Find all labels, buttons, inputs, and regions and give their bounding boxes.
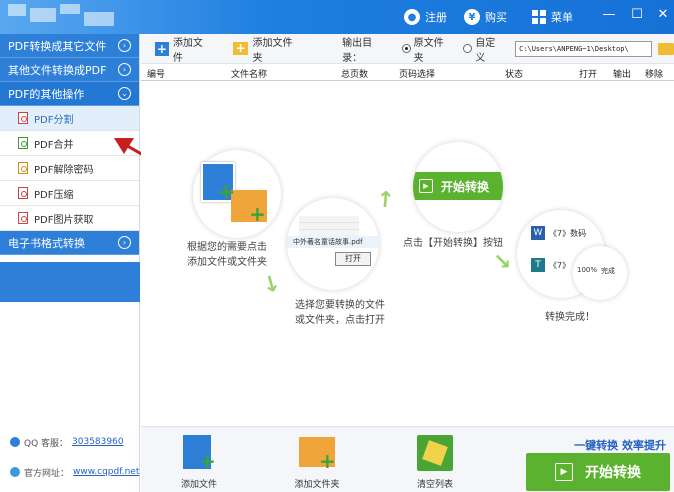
- progress-done-label: 完成: [601, 267, 615, 275]
- col-index: 编号: [147, 70, 166, 80]
- sidebar-filler: [0, 262, 140, 302]
- dialog-open-button: 打开: [335, 252, 371, 266]
- step4-caption: 转换完成！: [545, 312, 595, 323]
- sidebar-contact: QQ 客服： 303583960 官方网址： www.cqpdf.net: [0, 434, 140, 492]
- start-convert-button[interactable]: ▶ 开始转换: [526, 453, 670, 491]
- minimize-button[interactable]: —: [600, 6, 618, 24]
- browser-icon: [10, 467, 20, 477]
- chevron-right-icon: ›: [118, 39, 131, 52]
- col-page-select: 页码选择: [399, 70, 436, 80]
- pdf-file-icon: [18, 162, 28, 174]
- app-logo: [8, 4, 128, 30]
- col-open: 打开: [579, 70, 598, 80]
- qq-number-link[interactable]: 303583960: [72, 437, 124, 447]
- step2-circle: 中外著名童话故事.pdf 打开: [287, 198, 379, 290]
- browse-folder-icon[interactable]: [658, 42, 674, 55]
- website-link[interactable]: www.cqpdf.net: [73, 467, 139, 477]
- plus-icon: +: [217, 180, 236, 205]
- sidebar-section-other-to-pdf[interactable]: 其他文件转换成PDF ›: [0, 58, 139, 82]
- progress-value: 100%: [577, 266, 598, 274]
- folder-plus-icon: +: [232, 42, 249, 55]
- step1-caption: 根据您的需要点击 添加文件或文件夹: [187, 242, 267, 268]
- step2-caption: 选择您要转换的文件 或文件夹，点击打开: [295, 300, 385, 326]
- radio-unselected-icon: [463, 44, 473, 53]
- register-button[interactable]: ● 注册: [404, 8, 447, 26]
- add-folder-icon: +: [297, 433, 337, 473]
- slogan: 一键转换 效率提升: [574, 439, 666, 452]
- pdf-file-icon: [18, 112, 28, 124]
- sidebar-section-ebook[interactable]: 电子书格式转换 ›: [0, 231, 139, 255]
- user-icon: ●: [404, 9, 420, 25]
- yen-icon: ¥: [464, 9, 480, 25]
- bottom-add-file-button[interactable]: + 添加文件: [169, 433, 229, 490]
- radio-original-folder[interactable]: 原文件夹: [401, 34, 454, 64]
- col-filename: 文件名称: [231, 70, 268, 80]
- sidebar-section-pdf-other-ops[interactable]: PDF的其他操作 ⌄: [0, 82, 139, 106]
- bottom-clear-list-button[interactable]: 清空列表: [405, 433, 465, 490]
- pdf-file-icon: [18, 187, 28, 199]
- col-pages: 总页数: [341, 70, 369, 80]
- bottom-bar: + 添加文件 + 添加文件夹 清空列表 一键转换 效率提升 ▶ 开始转换: [141, 426, 674, 492]
- word-icon: W: [531, 226, 545, 240]
- doc1-label: 《7》数码: [549, 229, 587, 238]
- broom-icon: [415, 433, 455, 473]
- buy-button[interactable]: ¥ 购买: [464, 8, 507, 26]
- step4-progress-circle: 100% 完成: [573, 246, 627, 300]
- add-file-icon: +: [179, 433, 219, 473]
- sidebar: PDF转换成其它文件 › 其他文件转换成PDF › PDF的其他操作 ⌄ PDF…: [0, 34, 140, 492]
- bottom-add-folder-button[interactable]: + 添加文件夹: [287, 433, 347, 490]
- step1-circle: + +: [193, 150, 281, 238]
- file-table-header: 编号 文件名称 总页数 页码选择 状态 打开 输出 移除: [141, 64, 674, 81]
- radio-selected-icon: [401, 44, 411, 53]
- radio-custom-folder[interactable]: 自定义: [463, 34, 505, 64]
- chevron-down-icon: ⌄: [118, 87, 131, 100]
- play-icon: ▶: [419, 179, 433, 193]
- text-file-icon: T: [531, 258, 545, 272]
- maximize-button[interactable]: ☐: [628, 6, 646, 24]
- arrow-icon: ↗: [371, 184, 402, 217]
- output-dir-label: 输出目录：: [342, 37, 373, 64]
- sidebar-section-pdf-to-other[interactable]: PDF转换成其它文件 ›: [0, 34, 139, 58]
- selected-file-row: 中外著名童话故事.pdf: [287, 236, 379, 248]
- col-status: 状态: [505, 70, 524, 80]
- doc2-label: 《7》: [549, 261, 571, 270]
- output-path-input[interactable]: C:\Users\ANPENG~1\Desktop\: [515, 40, 653, 57]
- col-output: 输出: [613, 70, 632, 80]
- close-button[interactable]: ✕: [654, 6, 672, 24]
- play-icon: ▶: [555, 463, 573, 481]
- arrow-icon: ↘: [255, 269, 285, 300]
- arrow-icon: ↘: [493, 250, 512, 275]
- plus-icon: +: [155, 41, 169, 56]
- step3-circle: ▶ 开始转换: [413, 142, 503, 232]
- menu-grid-icon: [532, 10, 546, 24]
- chevron-right-icon: ›: [118, 63, 131, 76]
- chevron-right-icon: ›: [118, 236, 131, 249]
- plus-icon: +: [249, 202, 266, 226]
- toolbar: + 添加文件 + 添加文件夹 输出目录： 原文件夹 自定义 C:\Users\A…: [141, 34, 674, 64]
- step3-caption: 点击【开始转换】按钮: [403, 238, 503, 249]
- sidebar-item-pdf-image-extract[interactable]: PDF图片获取: [0, 206, 139, 231]
- menu-button[interactable]: 菜单: [532, 8, 573, 26]
- add-file-button[interactable]: + 添加文件: [155, 34, 213, 64]
- col-remove: 移除: [645, 70, 664, 80]
- pdf-file-icon: [18, 212, 28, 224]
- step3-start-preview: ▶ 开始转换: [413, 172, 503, 200]
- pdf-file-icon: [18, 137, 28, 149]
- guide-area: + + 根据您的需要点击 添加文件或文件夹 ↘ 中外著名童话故事.pdf 打开 …: [141, 82, 674, 426]
- add-folder-button[interactable]: + 添加文件夹: [232, 34, 303, 64]
- title-bar: ● 注册 ¥ 购买 菜单 — ☐ ✕: [0, 0, 674, 34]
- qq-icon: [10, 437, 20, 447]
